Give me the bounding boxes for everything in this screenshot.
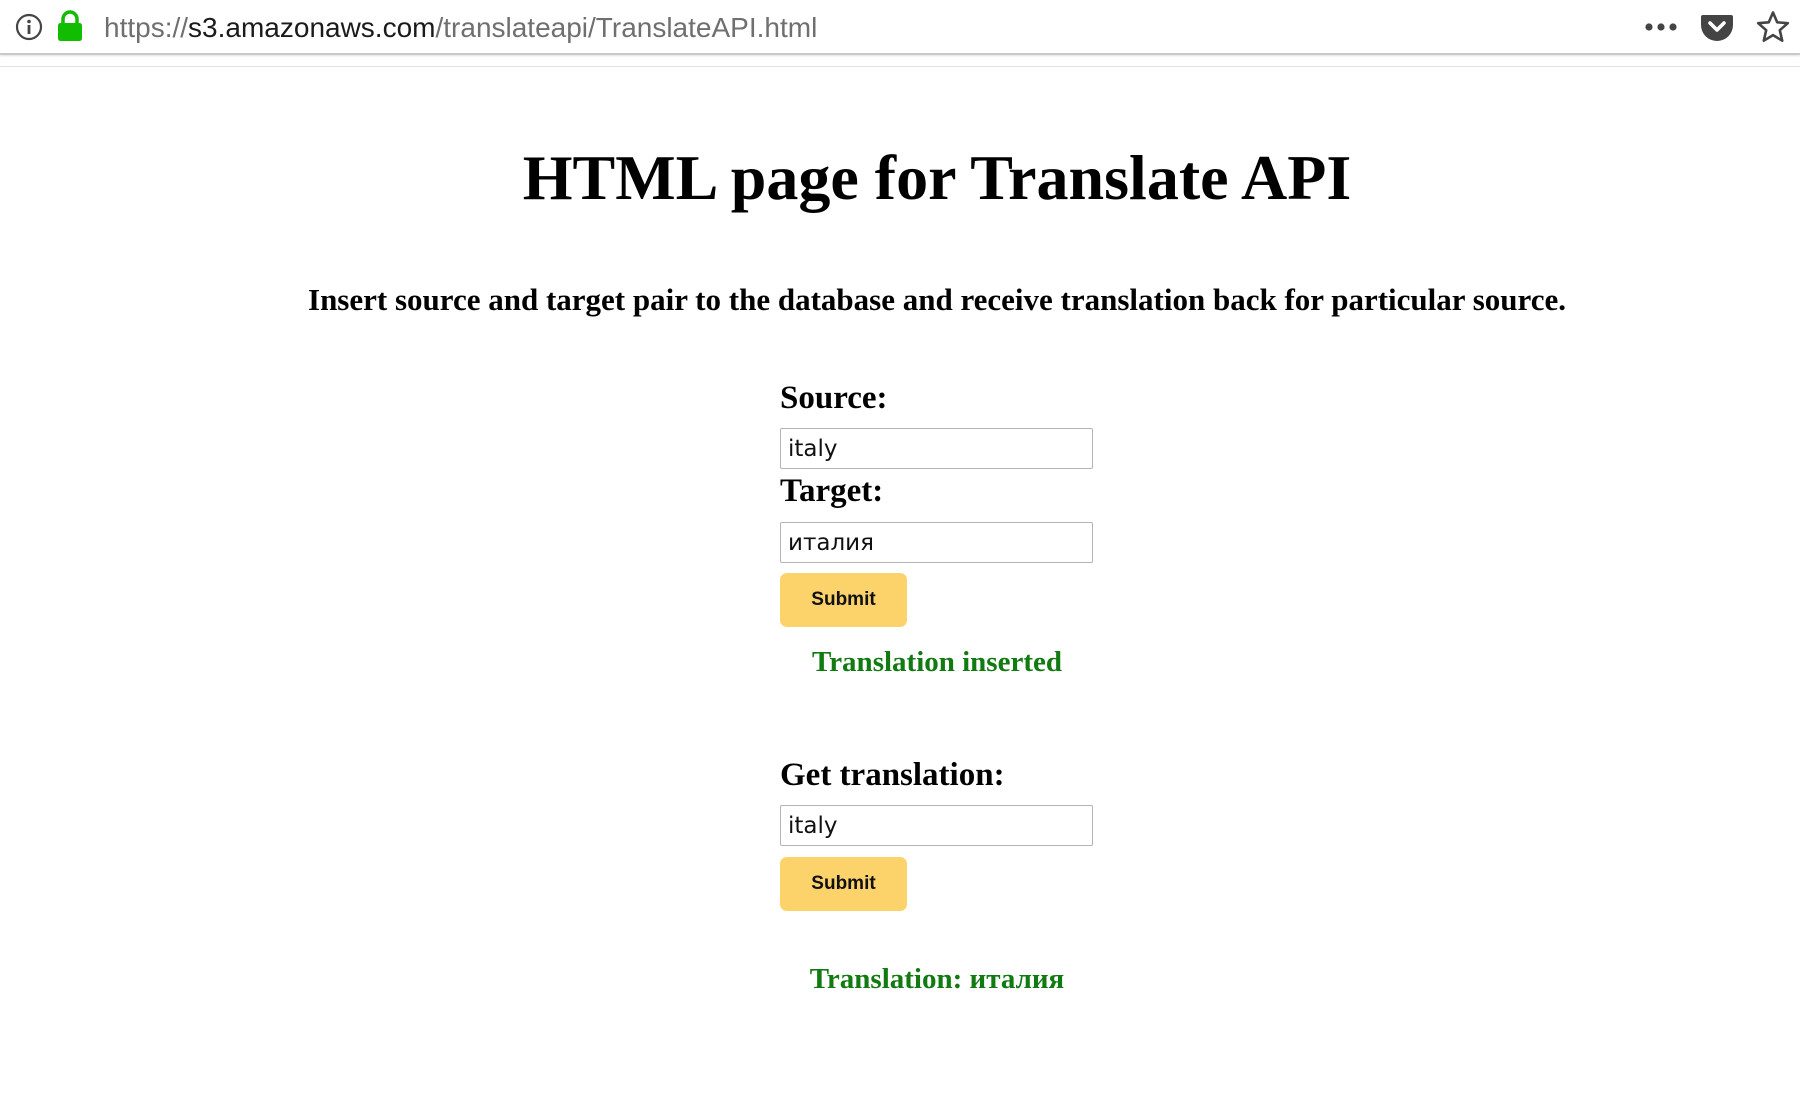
- target-label: Target:: [780, 473, 884, 509]
- translation-result: Translation: италия: [809, 963, 1065, 995]
- target-input[interactable]: [780, 522, 1093, 563]
- get-translation-input[interactable]: [780, 805, 1093, 846]
- url-text[interactable]: https://s3.amazonaws.com/translateapi/Tr…: [104, 11, 817, 45]
- url-path: /translateapi/TranslateAPI.html: [435, 12, 818, 43]
- page-subtitle: Insert source and target pair to the dat…: [308, 282, 1566, 317]
- get-translation-submit-button[interactable]: Submit: [780, 857, 907, 911]
- source-input[interactable]: [780, 428, 1093, 469]
- url-bar: https://s3.amazonaws.com/translateapi/Tr…: [0, 0, 1800, 55]
- url-scheme: https://: [104, 12, 189, 43]
- star-icon[interactable]: [1756, 10, 1790, 44]
- pocket-icon[interactable]: [1700, 12, 1734, 42]
- more-icon[interactable]: [1644, 22, 1678, 32]
- info-icon[interactable]: [15, 13, 43, 41]
- lock-icon[interactable]: [57, 10, 83, 42]
- page-title: HTML page for Translate API: [522, 142, 1352, 213]
- toolbar-divider: [0, 66, 1800, 67]
- insert-submit-button[interactable]: Submit: [780, 573, 907, 627]
- url-host: s3.amazonaws.com: [188, 12, 436, 43]
- get-translation-label: Get translation:: [780, 757, 1005, 793]
- source-label: Source:: [780, 380, 888, 416]
- insert-status-message: Translation inserted: [812, 646, 1062, 678]
